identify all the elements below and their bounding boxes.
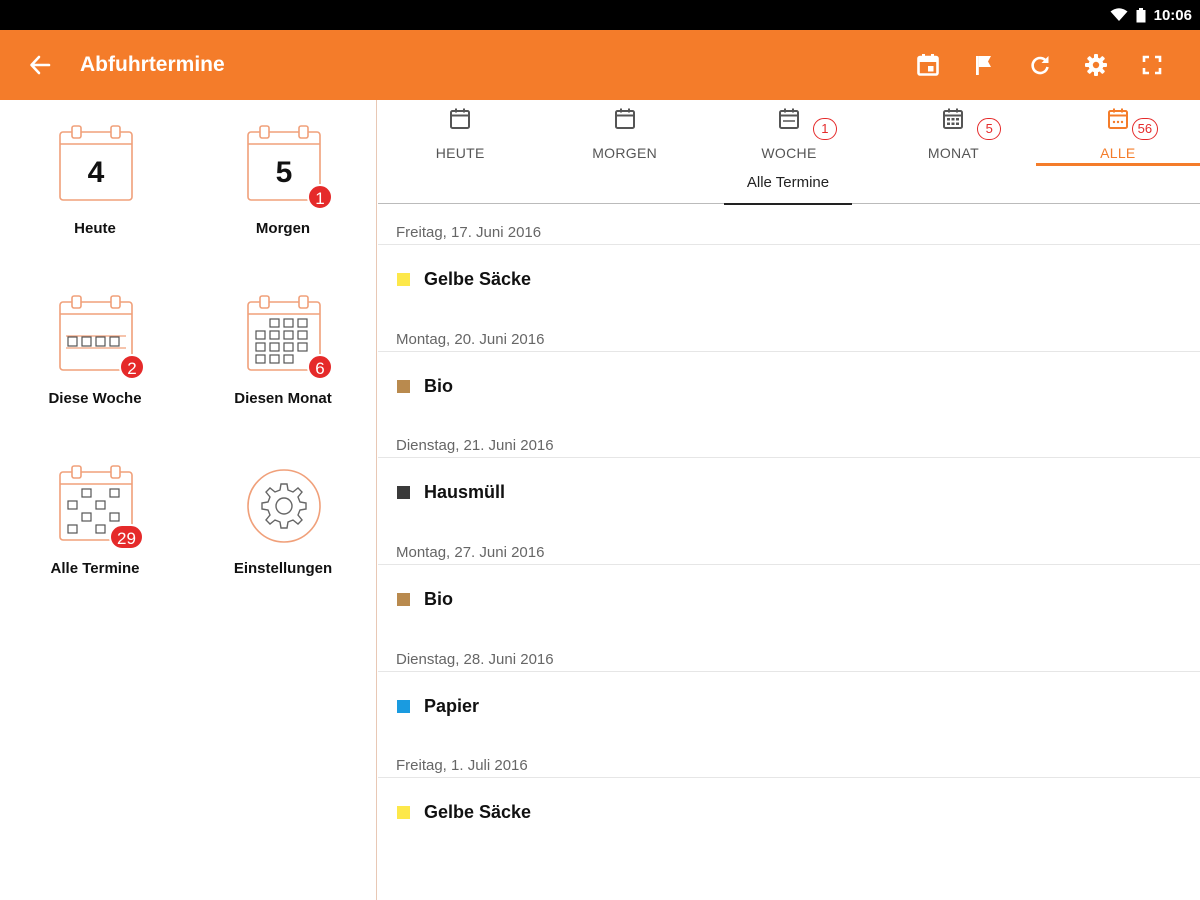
list-item: Montag, 20. Juni 2016 Bio: [378, 311, 1200, 418]
event-row[interactable]: Bio: [378, 352, 1200, 417]
event-row[interactable]: Gelbe Säcke: [378, 778, 1200, 843]
category-color-swatch: [397, 486, 410, 500]
event-date: Montag, 20. Juni 2016: [396, 330, 545, 348]
subtab-bar: Alle Termine: [378, 166, 1200, 205]
calendar-icon: [450, 108, 471, 129]
refresh-button[interactable]: [1012, 37, 1068, 93]
wifi-icon: [1110, 8, 1128, 21]
tile-tomorrow-label: Morgen: [255, 220, 311, 237]
event-row[interactable]: Papier: [378, 672, 1200, 737]
tab-tomorrow-label: MORGEN: [592, 145, 658, 161]
event-name: Hausmüll: [424, 482, 506, 503]
fullscreen-icon: [1142, 55, 1162, 75]
event-date: Freitag, 17. Juni 2016: [396, 224, 542, 241]
sidebar-grid: 4 Heute 5 1 Morgen 2 Diese Woche 6 Diese…: [0, 100, 377, 900]
settings-button[interactable]: [1068, 37, 1124, 93]
app-bar: Abfuhrtermine: [0, 30, 1200, 100]
tile-this-week-label: Diese Woche: [48, 390, 142, 407]
gear-icon: [247, 469, 321, 543]
tile-all-dates[interactable]: 29 Alle Termine: [15, 440, 175, 590]
tab-month-label: MONAT: [927, 145, 979, 161]
calendar-day-icon: 4: [59, 125, 133, 201]
settings-icon: [1085, 54, 1107, 76]
today-button[interactable]: [900, 37, 956, 93]
event-date: Dienstag, 21. Juni 2016: [396, 437, 554, 455]
tile-this-week[interactable]: 2 Diese Woche: [15, 270, 175, 420]
calendar-all-icon: [1107, 108, 1128, 129]
back-button[interactable]: [0, 30, 80, 100]
event-name: Papier: [424, 695, 480, 716]
event-name: Bio: [424, 375, 453, 396]
tile-tomorrow-badge: 1: [307, 184, 333, 210]
event-row[interactable]: Bio: [378, 565, 1200, 630]
tile-this-month-label: Diesen Monat: [234, 390, 332, 407]
tile-this-month[interactable]: 6 Diesen Monat: [203, 270, 363, 420]
calendar-icon: [614, 108, 635, 129]
status-time: 10:06: [1153, 6, 1192, 24]
fullscreen-button[interactable]: [1124, 37, 1180, 93]
subtab-all-dates[interactable]: Alle Termine: [724, 166, 852, 205]
tile-this-month-badge: 6: [307, 354, 333, 380]
tab-month-badge: 5: [977, 118, 1002, 140]
category-color-swatch: [397, 699, 410, 713]
event-row[interactable]: Gelbe Säcke: [378, 245, 1200, 310]
category-color-swatch: [397, 273, 410, 286]
tile-today-number: 4: [88, 156, 105, 189]
category-color-swatch: [397, 379, 410, 393]
tab-bar: HEUTE MORGEN 1 WOCHE 5 MONAT 56 ALLE: [378, 100, 1200, 166]
tile-today[interactable]: 4 Heute: [15, 100, 175, 250]
tile-today-label: Heute: [74, 220, 116, 237]
list-item: Freitag, 1. Juli 2016 Gelbe Säcke: [378, 737, 1200, 844]
flag-icon: [976, 56, 991, 75]
list-item: Montag, 27. Juni 2016 Bio: [378, 524, 1200, 631]
tab-month[interactable]: 5 MONAT: [871, 100, 1035, 166]
tile-tomorrow-number: 5: [276, 156, 293, 189]
tab-all-badge: 56: [1131, 118, 1159, 140]
refresh-icon: [1031, 56, 1049, 75]
category-color-swatch: [397, 806, 410, 820]
event-date: Freitag, 1. Juli 2016: [396, 757, 528, 775]
event-name: Bio: [424, 589, 453, 610]
tab-week-badge: 1: [812, 118, 837, 140]
list-item: Freitag, 17. Juni 2016 Gelbe Säcke: [378, 204, 1200, 311]
tab-week-label: WOCHE: [761, 145, 817, 161]
event-name: Gelbe Säcke: [424, 269, 532, 289]
tile-settings[interactable]: Einstellungen: [203, 440, 363, 590]
app-root: 10:06 Abfuhrtermine 4 Heute 5 1 Morgen 2…: [0, 0, 1200, 900]
event-date: Dienstag, 28. Juni 2016: [396, 650, 554, 668]
tile-settings-label: Einstellungen: [233, 560, 333, 577]
event-row[interactable]: Hausmüll: [378, 458, 1200, 523]
calendar-month-icon: [943, 108, 964, 129]
event-date: Montag, 27. Juni 2016: [396, 544, 545, 562]
calendar-event-icon: [917, 54, 939, 76]
tab-week[interactable]: 1 WOCHE: [707, 100, 871, 166]
flag-button[interactable]: [956, 37, 1012, 93]
category-color-swatch: [397, 593, 410, 607]
main-panel: HEUTE MORGEN 1 WOCHE 5 MONAT 56 ALLE All…: [378, 100, 1200, 900]
tab-tomorrow[interactable]: MORGEN: [542, 100, 706, 166]
battery-icon: [1136, 7, 1146, 22]
arrow-left-icon: [30, 55, 51, 75]
event-list: Freitag, 17. Juni 2016 Gelbe Säcke Monta…: [378, 204, 1200, 844]
tab-all-label: ALLE: [1100, 145, 1136, 161]
event-name: Gelbe Säcke: [424, 802, 532, 823]
list-item: Dienstag, 21. Juni 2016 Hausmüll: [378, 417, 1200, 524]
tile-this-week-badge: 2: [119, 354, 145, 380]
tab-today-label: HEUTE: [435, 145, 485, 161]
calendar-week-icon: [779, 108, 800, 129]
tab-all[interactable]: 56 ALLE: [1035, 100, 1200, 166]
tile-all-dates-label: Alle Termine: [50, 560, 140, 577]
app-bar-actions: [900, 30, 1200, 100]
list-item: Dienstag, 28. Juni 2016 Papier: [378, 631, 1200, 738]
page-title: Abfuhrtermine: [80, 53, 225, 76]
tile-tomorrow[interactable]: 5 1 Morgen: [203, 100, 363, 250]
status-bar: 10:06: [0, 0, 1200, 30]
tab-today[interactable]: HEUTE: [378, 100, 542, 166]
tile-all-dates-badge: 29: [109, 524, 144, 550]
